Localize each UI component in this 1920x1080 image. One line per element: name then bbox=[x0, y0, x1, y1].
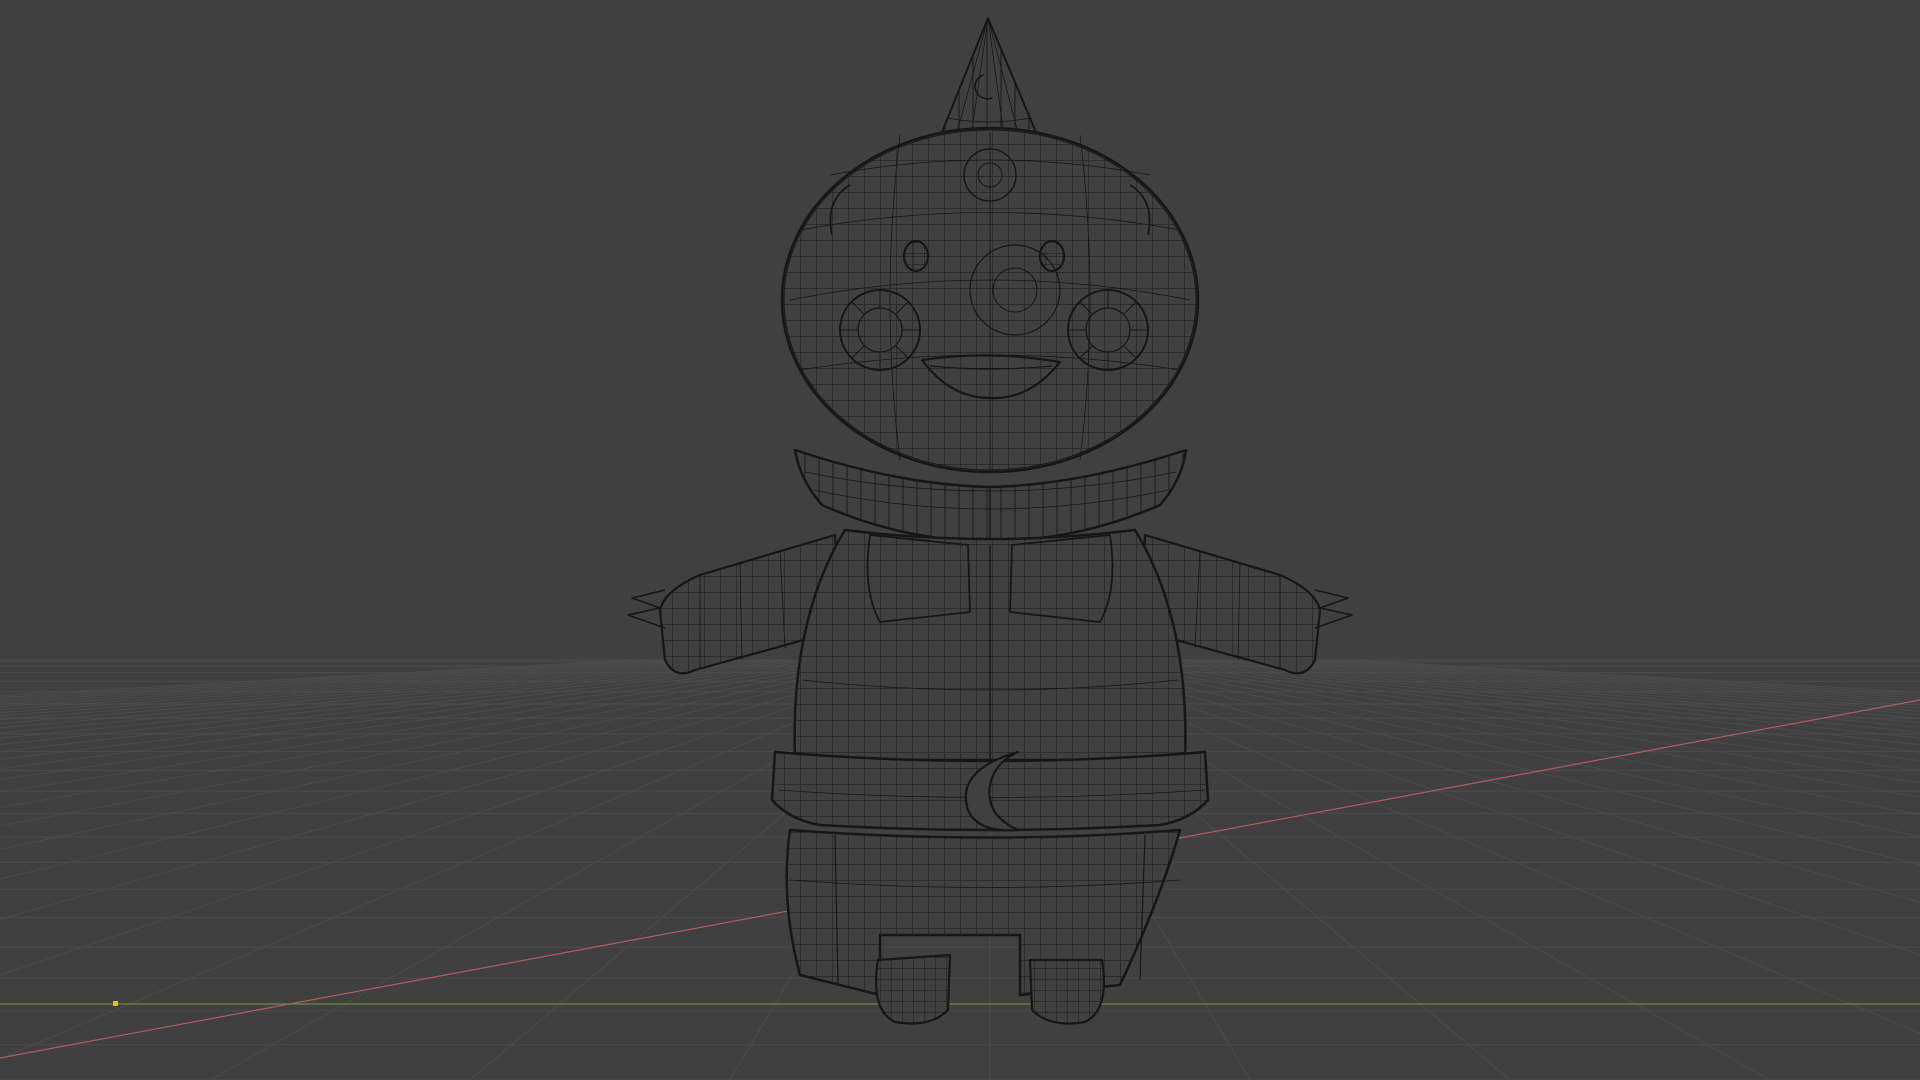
character-mesh[interactable] bbox=[627, 17, 1353, 1025]
right-eye[interactable] bbox=[1038, 239, 1066, 273]
grid-line bbox=[0, 659, 847, 780]
3d-viewport[interactable] bbox=[0, 0, 1920, 1080]
belt[interactable] bbox=[770, 750, 1210, 832]
right-foot[interactable] bbox=[1028, 958, 1106, 1025]
grid-line bbox=[1253, 659, 1920, 712]
grid-line bbox=[1073, 659, 1920, 866]
grid-line bbox=[1121, 659, 1920, 784]
grid-line bbox=[0, 659, 631, 697]
viewport-canvas[interactable] bbox=[0, 0, 1920, 1080]
torso[interactable] bbox=[793, 528, 1187, 762]
grid-line bbox=[0, 659, 871, 808]
grid-line bbox=[1193, 659, 1920, 733]
grid-line bbox=[0, 659, 883, 827]
grid-line bbox=[0, 659, 859, 793]
lower-body[interactable] bbox=[785, 828, 1182, 997]
left-eye[interactable] bbox=[902, 239, 930, 273]
grid-line bbox=[0, 659, 811, 752]
grid-line bbox=[0, 659, 907, 880]
grid-line bbox=[0, 659, 739, 721]
grid-line bbox=[1181, 659, 1920, 739]
grid-line bbox=[1205, 659, 1920, 728]
grid-line bbox=[0, 659, 751, 725]
grid-line bbox=[0, 659, 919, 920]
grid-line bbox=[1133, 659, 1920, 772]
origin-marker[interactable] bbox=[113, 1001, 118, 1006]
left-foot[interactable] bbox=[874, 953, 952, 1025]
grid-line bbox=[0, 659, 775, 734]
grid-line bbox=[0, 659, 787, 739]
grid-line bbox=[1061, 659, 1920, 903]
grid-line bbox=[0, 659, 823, 760]
grid-line bbox=[0, 659, 835, 770]
grid-line bbox=[1217, 659, 1920, 724]
